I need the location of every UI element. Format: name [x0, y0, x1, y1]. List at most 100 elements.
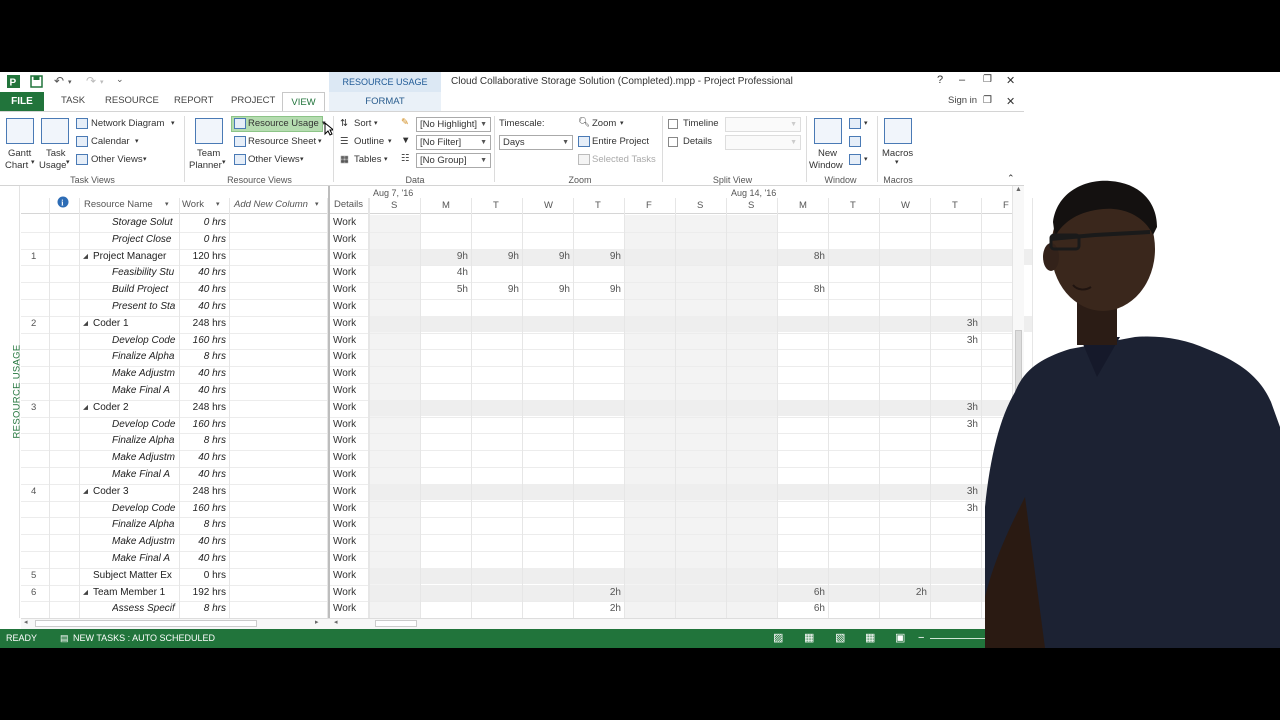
resource-name-cell[interactable]: Make Adjustm	[112, 534, 176, 551]
timephased-work-cell[interactable]: 9h	[471, 282, 519, 299]
tab-project[interactable]: PROJECT	[231, 95, 275, 106]
zoom-out-icon[interactable]: −	[918, 629, 924, 648]
resource-sheet-button[interactable]: Resource Sheet	[248, 136, 316, 147]
zoom-dropdown-icon[interactable]: ▾	[620, 119, 624, 127]
timephased-work-cell[interactable]: 4h	[420, 265, 468, 282]
timephased-work-cell[interactable]: 3h	[930, 417, 978, 434]
timephased-work-cell[interactable]: 8h	[777, 249, 825, 266]
resource-name-cell[interactable]: Make Adjustm	[112, 366, 176, 383]
resource-name-cell[interactable]: Team Member 1	[93, 585, 176, 602]
gantt-dropdown-icon[interactable]: ▾	[31, 158, 35, 166]
chart-label[interactable]: Chart	[5, 160, 28, 171]
details-view-select[interactable]: ▼	[725, 135, 801, 150]
redo-icon[interactable]: ↷	[86, 74, 96, 88]
tab-report[interactable]: REPORT	[174, 95, 213, 106]
timephased-work-cell[interactable]: 6h	[777, 601, 825, 618]
timescale-select[interactable]: Days ▼	[499, 135, 573, 150]
usage-label[interactable]: Usage	[39, 160, 66, 171]
zoom-button[interactable]: Zoom	[592, 118, 616, 129]
task-other-views-button[interactable]: Other Views	[91, 154, 143, 165]
add-new-column-header[interactable]: Add New Column	[234, 198, 308, 212]
macros-dropdown-icon[interactable]: ▾	[895, 158, 899, 166]
timephased-work-cell[interactable]: 9h	[573, 282, 621, 299]
timephased-work-cell[interactable]: 6h	[777, 585, 825, 602]
tab-format[interactable]: FORMAT	[329, 92, 441, 111]
sort-dropdown-icon[interactable]: ▾	[374, 119, 378, 127]
resource-sheet-dropdown-icon[interactable]: ▾	[318, 137, 322, 145]
resource-name-cell[interactable]: Coder 2	[93, 400, 176, 417]
resource-name-cell[interactable]: Make Final A	[112, 383, 176, 400]
timephased-work-cell[interactable]: 3h	[930, 316, 978, 333]
resource-name-cell[interactable]: Develop Code	[112, 333, 176, 350]
window-label[interactable]: Window	[809, 160, 843, 171]
hide-window-icon[interactable]	[849, 136, 861, 147]
outline-dropdown-icon[interactable]: ▾	[388, 137, 392, 145]
task-label[interactable]: Task	[46, 148, 66, 159]
timephased-work-cell[interactable]: 3h	[930, 484, 978, 501]
close-document-button[interactable]: ✕	[1006, 95, 1015, 108]
gantt-view-shortcut-icon[interactable]: ▨	[773, 629, 783, 648]
switch-window-dropdown-icon[interactable]: ▾	[864, 119, 868, 127]
switch-windows-icon[interactable]	[849, 154, 861, 165]
restore-button[interactable]: ❐	[983, 74, 992, 85]
timephased-work-cell[interactable]: 9h	[573, 249, 621, 266]
arrange-all-icon[interactable]	[849, 118, 861, 129]
resource-name-cell[interactable]: Build Project	[112, 282, 176, 299]
other-views-dropdown-icon[interactable]: ▾	[143, 155, 147, 163]
resource-name-cell[interactable]: Develop Code	[112, 501, 176, 518]
info-column-icon[interactable]: i	[57, 196, 69, 208]
resource-name-cell[interactable]: Assess Specif	[112, 601, 176, 618]
horizontal-scrollbar[interactable]: ◂ ▸ ◂	[21, 618, 1024, 629]
resource-name-cell[interactable]: Storage Solut	[112, 215, 176, 232]
resource-name-cell[interactable]: Make Adjustm	[112, 450, 176, 467]
timephased-work-cell[interactable]: 3h	[930, 333, 978, 350]
collapse-triangle-icon[interactable]: ◢	[83, 316, 88, 333]
collapse-triangle-icon[interactable]: ◢	[83, 400, 88, 417]
add-column-dropdown-icon[interactable]: ▾	[315, 198, 319, 212]
resource-name-cell[interactable]: Finalize Alpha	[112, 433, 176, 450]
resource-name-header[interactable]: Resource Name	[84, 198, 153, 212]
name-filter-icon[interactable]: ▾	[165, 198, 169, 212]
task-usage-dropdown-icon[interactable]: ▾	[66, 158, 70, 166]
resource-usage-button[interactable]: Resource Usage	[248, 118, 319, 129]
resource-other-views-button[interactable]: Other Views	[248, 154, 300, 165]
tab-file[interactable]: FILE	[0, 92, 44, 111]
resource-name-cell[interactable]: Feasibility Stu	[112, 265, 176, 282]
customize-toolbar-icon[interactable]: ⌄	[116, 74, 124, 85]
undo-icon[interactable]: ↶	[54, 74, 64, 88]
sort-button[interactable]: Sort	[354, 118, 371, 129]
network-dropdown-icon[interactable]: ▾	[171, 119, 175, 127]
team-label[interactable]: Team	[197, 148, 220, 159]
timeline-checkbox[interactable]	[668, 119, 678, 129]
tab-task[interactable]: TASK	[61, 95, 85, 106]
resource-name-cell[interactable]: Make Final A	[112, 467, 176, 484]
timephased-work-cell[interactable]: 9h	[420, 249, 468, 266]
resource-name-cell[interactable]: Present to Sta	[112, 299, 176, 316]
tab-view[interactable]: VIEW	[282, 92, 325, 112]
resource-name-cell[interactable]: Make Final A	[112, 551, 176, 568]
timephased-work-cell[interactable]: 2h	[879, 585, 927, 602]
details-header[interactable]: Details	[334, 198, 363, 212]
help-button[interactable]: ?	[937, 74, 943, 86]
resource-name-cell[interactable]: Finalize Alpha	[112, 517, 176, 534]
timescale-scroll-left-icon[interactable]: ◂	[334, 618, 338, 626]
timephased-work-cell[interactable]: 5h	[420, 282, 468, 299]
highlight-select[interactable]: [No Highlight] ▼	[416, 117, 491, 132]
resource-name-cell[interactable]: Project Manager	[93, 249, 176, 266]
calendar-button[interactable]: Calendar	[91, 136, 130, 147]
resource-name-cell[interactable]: Coder 1	[93, 316, 176, 333]
task-usage-shortcut-icon[interactable]: ▦	[804, 629, 814, 648]
timephased-work-cell[interactable]: 3h	[930, 400, 978, 417]
scroll-right-icon[interactable]: ▸	[315, 618, 319, 626]
save-icon[interactable]	[30, 75, 43, 88]
close-button[interactable]: ✕	[1006, 74, 1015, 87]
sign-in-link[interactable]: Sign in	[948, 95, 977, 106]
selected-tasks-button[interactable]: Selected Tasks	[592, 154, 656, 165]
tables-button[interactable]: Tables	[354, 154, 381, 165]
ribbon-display-icon[interactable]: ❐	[983, 95, 992, 106]
timephased-work-cell[interactable]: 2h	[573, 585, 621, 602]
undo-dropdown-icon[interactable]: ▾	[68, 78, 72, 86]
entire-project-button[interactable]: Entire Project	[592, 136, 649, 147]
collapse-triangle-icon[interactable]: ◢	[83, 585, 88, 602]
network-diagram-button[interactable]: Network Diagram	[91, 118, 164, 129]
